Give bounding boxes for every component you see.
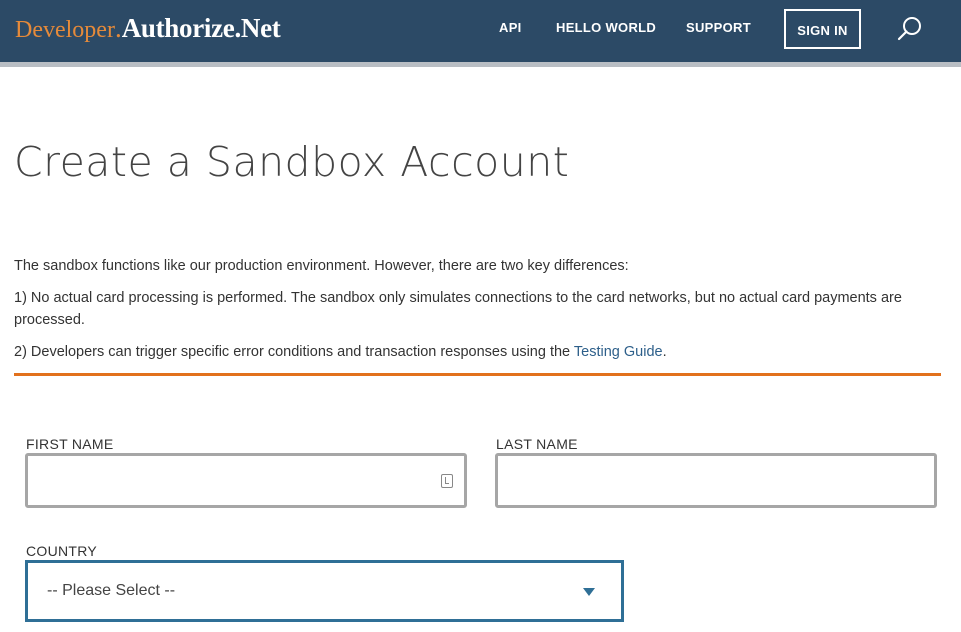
- country-select[interactable]: -- Please Select --: [25, 560, 624, 622]
- difference-point-2-text: 2) Developers can trigger specific error…: [14, 344, 574, 360]
- autofill-contact-icon[interactable]: [441, 474, 453, 488]
- section-divider: [14, 373, 941, 376]
- header-divider: [0, 62, 961, 67]
- nav-link-api[interactable]: API: [499, 20, 522, 35]
- last-name-input[interactable]: [495, 453, 937, 508]
- first-name-input[interactable]: [25, 453, 467, 508]
- page-title: Create a Sandbox Account: [14, 138, 570, 186]
- top-navigation-bar: Developer.Authorize.Net API HELLO WORLD …: [0, 0, 961, 62]
- country-label: COUNTRY: [26, 543, 98, 559]
- search-icon[interactable]: [897, 16, 923, 42]
- sign-in-button[interactable]: SIGN IN: [784, 9, 861, 49]
- nav-link-support[interactable]: SUPPORT: [686, 20, 751, 35]
- testing-guide-link[interactable]: Testing Guide: [574, 344, 663, 360]
- difference-point-2-suffix: .: [662, 344, 667, 360]
- logo-brand-text: Authorize.Net: [121, 13, 281, 43]
- difference-point-1: 1) No actual card processing is performe…: [14, 290, 902, 328]
- chevron-down-icon: [583, 588, 595, 596]
- site-logo[interactable]: Developer.Authorize.Net: [15, 11, 281, 47]
- logo-developer-text: Developer: [15, 17, 115, 43]
- last-name-label: LAST NAME: [496, 436, 578, 452]
- logo-dot: .: [114, 13, 122, 43]
- difference-point-2: 2) Developers can trigger specific error…: [14, 341, 944, 363]
- first-name-label: FIRST NAME: [26, 436, 114, 452]
- intro-text: The sandbox functions like our productio…: [14, 258, 629, 274]
- country-selected-value: -- Please Select --: [47, 582, 176, 599]
- nav-link-hello-world[interactable]: HELLO WORLD: [556, 20, 656, 35]
